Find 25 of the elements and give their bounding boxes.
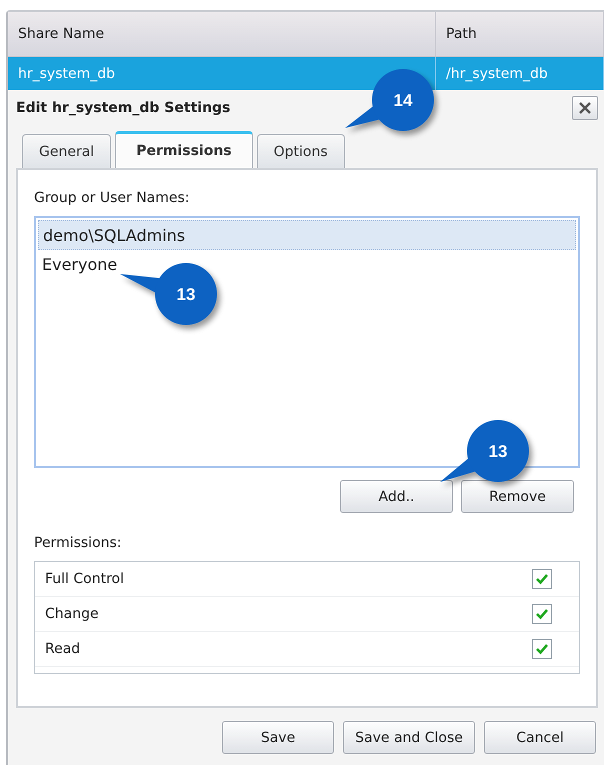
footer-button[interactable]: Save and Close — [343, 721, 475, 754]
permission-name: Change — [45, 606, 99, 622]
close-button[interactable] — [572, 96, 598, 120]
check-icon — [535, 573, 549, 585]
column-header[interactable]: Share Name — [8, 12, 436, 56]
checkbox[interactable] — [532, 639, 552, 659]
list-item[interactable]: demo\SQLAdmins — [38, 220, 576, 250]
permissions-label: Permissions: — [34, 535, 123, 551]
tab[interactable]: Options — [256, 134, 345, 168]
group-label: Group or User Names: — [34, 190, 191, 206]
checkbox[interactable] — [532, 569, 552, 589]
dialog-title: Edit hr_system_db Settings — [16, 100, 230, 116]
footer-button[interactable]: Cancel — [484, 721, 596, 754]
list-button[interactable]: Add.. — [340, 480, 453, 513]
checkbox[interactable] — [532, 604, 552, 624]
check-icon — [535, 608, 549, 620]
tab[interactable]: Permissions — [115, 131, 253, 168]
permission-name: Full Control — [45, 571, 124, 587]
close-icon — [578, 101, 592, 115]
permission-name: Read — [45, 641, 80, 657]
list-button[interactable]: Remove — [461, 480, 574, 513]
tab[interactable]: General — [22, 134, 112, 168]
check-icon — [535, 643, 549, 655]
column-header[interactable]: Path — [436, 12, 604, 56]
footer-button[interactable]: Save — [222, 721, 334, 754]
